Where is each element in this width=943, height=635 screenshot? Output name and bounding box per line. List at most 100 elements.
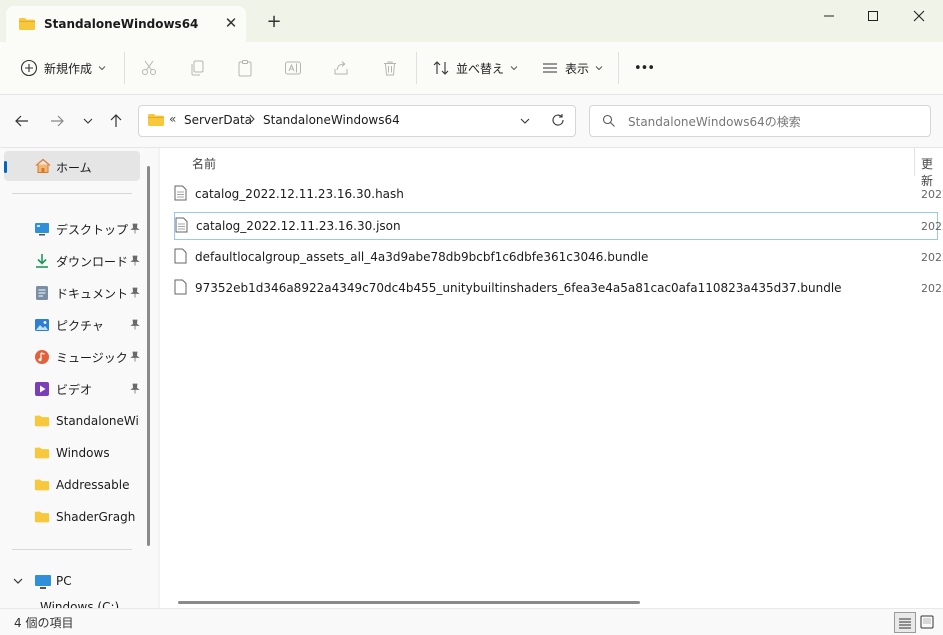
file-date: 2022 <box>921 219 943 233</box>
up-button[interactable] <box>104 109 128 133</box>
file-row-selected[interactable]: catalog_2022.12.11.23.16.30.json 2022 <box>174 212 943 240</box>
nav-item-addressable[interactable]: Addressable <box>4 470 140 500</box>
delete-button[interactable] <box>381 56 399 80</box>
folder-icon <box>34 413 50 429</box>
toolbar-divider <box>618 52 619 84</box>
desktop-icon <box>34 221 50 237</box>
close-window-button[interactable] <box>896 0 942 32</box>
nav-item-home[interactable]: ホーム <box>4 151 140 181</box>
rename-icon <box>285 61 301 75</box>
file-date: 2022 <box>921 250 943 264</box>
sort-button[interactable]: 並べ替え <box>432 56 519 80</box>
cut-button[interactable] <box>140 56 158 80</box>
close-icon <box>913 10 925 22</box>
nav-item-label: ビデオ <box>56 382 93 397</box>
sort-label: 並べ替え <box>456 61 505 76</box>
trash-icon <box>384 61 396 76</box>
file-icon <box>174 279 187 298</box>
file-row[interactable]: defaultlocalgroup_assets_all_4a3d9abe78d… <box>174 243 943 271</box>
pc-label: PC <box>56 574 72 588</box>
selection-indicator <box>4 161 7 173</box>
nav-item-pictures[interactable]: ピクチャ <box>4 310 140 340</box>
video-icon <box>34 381 50 397</box>
title-bar: StandaloneWindows64 ✕ + <box>0 0 943 42</box>
tab-title: StandaloneWindows64 <box>44 17 199 31</box>
close-tab-icon[interactable]: ✕ <box>222 14 240 32</box>
chevron-down-icon[interactable] <box>12 575 24 590</box>
tiles-view-button[interactable] <box>919 614 935 630</box>
nav-item-windows-c[interactable]: Windows (C:) <box>40 600 140 608</box>
file-icon <box>174 248 187 267</box>
maximize-button[interactable] <box>850 0 896 32</box>
paste-button[interactable] <box>236 56 254 80</box>
plus-circle-icon <box>20 59 38 77</box>
copy-button[interactable] <box>188 56 206 80</box>
file-name: defaultlocalgroup_assets_all_4a3d9abe78d… <box>195 250 649 264</box>
pictures-icon <box>34 317 50 333</box>
item-count: 4 個の項目 <box>14 616 74 630</box>
details-view-button[interactable] <box>894 612 916 633</box>
rename-button[interactable] <box>284 56 302 80</box>
pin-icon <box>130 319 140 333</box>
minimize-button[interactable] <box>806 0 852 32</box>
file-row[interactable]: catalog_2022.12.11.23.16.30.hash 2022 <box>174 180 943 208</box>
nav-item-label: デスクトップ <box>56 222 129 237</box>
nav-item-music[interactable]: ミュージック <box>4 342 140 372</box>
home-icon <box>34 158 52 177</box>
nav-item-standalonewindows64[interactable]: StandaloneWindows64 <box>4 406 140 436</box>
folder-icon <box>34 509 50 525</box>
nav-item-downloads[interactable]: ダウンロード <box>4 246 140 276</box>
address-dropdown-icon[interactable] <box>519 115 531 130</box>
file-list: 名前 更新 catalog_2022.12.11.23.16.30.hash 2… <box>160 148 943 608</box>
share-button[interactable] <box>332 56 350 80</box>
file-row[interactable]: 97352eb1d346a8922a4349c70dc4b455_unitybu… <box>174 274 943 302</box>
breadcrumb-standalonewindows64[interactable]: StandaloneWindows64 <box>263 113 400 127</box>
command-bar: 新規作成 並べ替え 表示 ••• <box>0 42 943 95</box>
new-button[interactable]: 新規作成 <box>20 56 107 80</box>
tab-standalonewindows64[interactable]: StandaloneWindows64 ✕ <box>6 6 246 42</box>
nav-item-label: Addressable <box>56 478 130 492</box>
nav-item-pc[interactable]: PC <box>4 566 140 596</box>
maximize-icon <box>868 11 878 21</box>
breadcrumb-overflow[interactable]: « <box>169 112 176 126</box>
nav-item-label: ダウンロード <box>56 254 129 269</box>
file-icon <box>174 185 187 204</box>
breadcrumb-serverdata[interactable]: ServerData <box>184 113 252 127</box>
breadcrumb-separator-icon <box>247 112 257 129</box>
nav-item-label: Windows <box>56 446 110 460</box>
refresh-icon[interactable] <box>551 113 565 130</box>
column-header-name[interactable]: 名前 <box>192 155 216 172</box>
nav-item-documents[interactable]: ドキュメント <box>4 278 140 308</box>
view-label: 表示 <box>565 61 590 76</box>
scissors-icon <box>142 60 156 75</box>
chevron-down-icon <box>98 66 106 71</box>
file-name: catalog_2022.12.11.23.16.30.hash <box>195 187 404 201</box>
horizontal-scrollbar[interactable] <box>178 601 640 604</box>
file-name: 97352eb1d346a8922a4349c70dc4b455_unitybu… <box>195 281 842 295</box>
nav-scrollbar[interactable] <box>147 166 150 546</box>
nav-item-shadergragh-hdrp[interactable]: ShaderGragh HDRP <box>4 502 140 532</box>
forward-button[interactable] <box>45 109 69 133</box>
nav-item-desktop[interactable]: デスクトップ <box>4 214 140 244</box>
more-options-button[interactable]: ••• <box>634 56 655 80</box>
chevron-down-icon <box>83 118 93 124</box>
new-label: 新規作成 <box>44 61 93 76</box>
nav-item-videos[interactable]: ビデオ <box>4 374 140 404</box>
column-divider[interactable] <box>914 148 915 176</box>
recent-locations-button[interactable] <box>76 109 100 133</box>
nav-item-windows[interactable]: Windows <box>4 438 140 468</box>
address-bar[interactable]: « ServerData StandaloneWindows64 <box>138 105 576 137</box>
arrow-up-icon <box>110 114 122 127</box>
chevron-down-icon <box>510 66 518 71</box>
nav-item-label: ピクチャ <box>56 318 104 333</box>
document-icon <box>34 285 50 301</box>
search-box[interactable]: StandaloneWindows64の検索 <box>589 105 931 137</box>
folder-icon <box>34 477 50 493</box>
toolbar-divider <box>124 52 125 84</box>
new-tab-button[interactable]: + <box>264 12 284 32</box>
toolbar-divider <box>416 52 417 84</box>
pin-icon <box>130 223 140 237</box>
view-button[interactable]: 表示 <box>541 56 604 80</box>
navigation-pane: ホーム デスクトップ ダウンロード ドキュメント ピクチャ ミュージック ビデオ… <box>0 148 158 608</box>
back-button[interactable] <box>10 109 34 133</box>
